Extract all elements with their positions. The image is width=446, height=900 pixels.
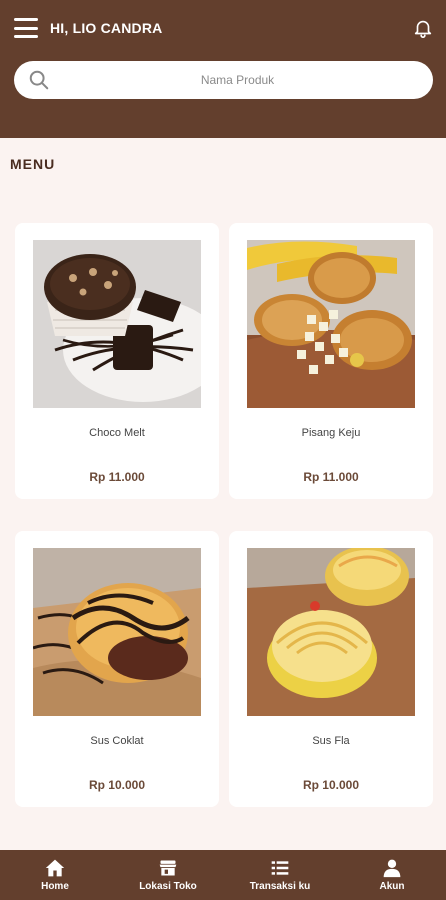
app-header: HI, LIO CANDRA: [0, 0, 446, 138]
bell-icon[interactable]: [412, 16, 434, 40]
product-name: Pisang Keju: [301, 427, 361, 439]
home-icon: [45, 859, 65, 877]
greeting-text: HI, LIO CANDRA: [50, 20, 163, 36]
search-input[interactable]: [60, 61, 415, 99]
nav-akun[interactable]: Akun: [362, 850, 422, 900]
nav-lokasi-toko[interactable]: Lokasi Toko: [128, 850, 208, 900]
search-icon: [29, 70, 49, 90]
product-card-sus-fla[interactable]: Sus Fla Rp 10.000: [229, 531, 433, 807]
search-bar[interactable]: [14, 61, 433, 99]
nav-transaksi[interactable]: Transaksi ku: [240, 850, 320, 900]
section-title: MENU: [10, 156, 56, 172]
nav-home[interactable]: Home: [20, 850, 90, 900]
store-icon: [159, 860, 177, 876]
product-image: [33, 240, 201, 408]
product-name: Sus Fla: [312, 735, 350, 747]
list-icon: [271, 861, 289, 875]
product-name: Sus Coklat: [90, 735, 144, 747]
hamburger-icon[interactable]: [14, 18, 38, 38]
bottom-navigation: Home Lokasi Toko Transaksi ku Akun: [0, 850, 446, 900]
nav-label: Transaksi ku: [249, 881, 311, 892]
product-name: Choco Melt: [89, 427, 145, 439]
product-image: [33, 548, 201, 716]
nav-label: Lokasi Toko: [139, 881, 197, 892]
product-image: [247, 548, 415, 716]
user-icon: [383, 859, 401, 878]
product-image: [247, 240, 415, 408]
product-card-choco-melt[interactable]: Choco Melt Rp 11.000: [15, 223, 219, 499]
product-card-pisang-keju[interactable]: Pisang Keju Rp 11.000: [229, 223, 433, 499]
product-price: Rp 10.000: [88, 778, 146, 792]
nav-label: Akun: [379, 881, 405, 892]
product-price: Rp 11.000: [303, 470, 359, 484]
product-price: Rp 10.000: [302, 778, 360, 792]
product-price: Rp 11.000: [89, 470, 145, 484]
product-card-sus-coklat[interactable]: Sus Coklat Rp 10.000: [15, 531, 219, 807]
nav-label: Home: [41, 881, 69, 892]
